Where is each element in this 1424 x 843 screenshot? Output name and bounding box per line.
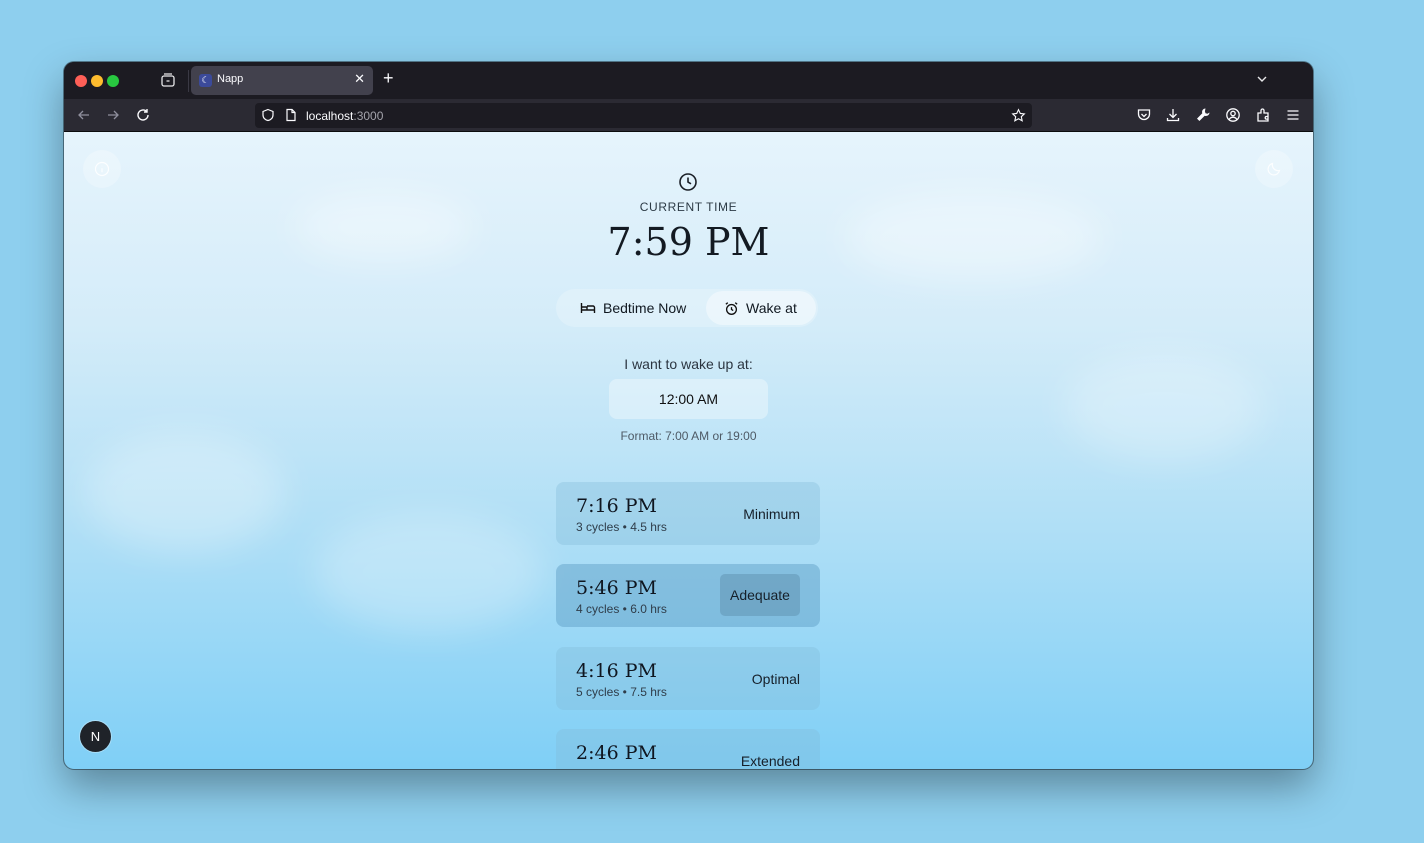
alarm-clock-icon	[725, 301, 738, 315]
result-quality-tag: Optimal	[751, 671, 800, 687]
info-button[interactable]	[83, 150, 121, 188]
result-cycles: 5 cycles • 7.5 hrs	[576, 685, 667, 699]
tab-strip: ☾ Napp ✕ +	[64, 62, 1313, 99]
minimize-window-button[interactable]	[91, 75, 103, 87]
result-card-extended[interactable]: 2:46 PM Extended	[556, 729, 820, 769]
wake-time-input[interactable]	[609, 379, 768, 419]
active-tab[interactable]: ☾ Napp ✕	[191, 66, 373, 95]
wrench-icon[interactable]	[1195, 107, 1211, 123]
result-time: 2:46 PM	[576, 742, 657, 764]
download-icon[interactable]	[1165, 107, 1181, 123]
background-cloud	[314, 512, 544, 632]
tab-title: Napp	[217, 73, 244, 85]
result-cycles: 3 cycles • 4.5 hrs	[576, 520, 667, 534]
account-icon[interactable]	[1225, 107, 1241, 123]
result-time: 7:16 PM	[576, 495, 657, 517]
result-time: 5:46 PM	[576, 577, 657, 599]
reload-icon[interactable]	[135, 107, 151, 123]
menu-hamburger-icon[interactable]	[1285, 107, 1301, 123]
pocket-icon[interactable]	[1136, 107, 1152, 123]
bedtime-now-button[interactable]: Bedtime Now	[558, 291, 704, 325]
maximize-window-button[interactable]	[107, 75, 119, 87]
page-icon[interactable]	[285, 108, 297, 122]
tab-close-icon[interactable]: ✕	[354, 71, 365, 87]
tab-separator	[188, 70, 189, 92]
clock-icon	[679, 173, 697, 191]
moon-favicon-icon: ☾	[199, 74, 212, 87]
tab-overview-icon[interactable]	[160, 72, 176, 88]
app-viewport: CURRENT TIME 7:59 PM Bedtime Now Wake at…	[64, 132, 1313, 769]
back-arrow-icon[interactable]	[76, 107, 92, 123]
background-cloud	[84, 432, 284, 552]
chevron-down-icon[interactable]	[1255, 72, 1269, 86]
url-bar[interactable]: localhost:3000	[255, 103, 1032, 128]
navigation-bar: localhost:3000	[64, 99, 1313, 132]
mode-toggle: Bedtime Now Wake at	[556, 289, 818, 327]
result-time: 4:16 PM	[576, 660, 657, 682]
bookmark-star-icon[interactable]	[1011, 108, 1026, 123]
result-quality-tag: Extended	[740, 753, 800, 769]
wake-at-label: Wake at	[746, 300, 797, 316]
bedtime-now-label: Bedtime Now	[603, 300, 687, 316]
shield-icon[interactable]	[261, 108, 275, 122]
new-tab-button[interactable]: +	[383, 68, 394, 88]
forward-arrow-icon[interactable]	[105, 107, 121, 123]
browser-window: ☾ Napp ✕ + localhost:3000 CURRENT TIME 7…	[64, 62, 1313, 769]
bed-icon	[580, 303, 596, 313]
wake-prompt: I want to wake up at:	[624, 356, 753, 372]
url-port: :3000	[353, 109, 384, 123]
current-time-value: 7:59 PM	[607, 220, 770, 264]
current-time-label: CURRENT TIME	[639, 200, 738, 214]
extensions-icon[interactable]	[1255, 107, 1271, 123]
nextjs-dev-badge[interactable]: N	[80, 721, 111, 752]
result-quality-tag: Minimum	[743, 506, 800, 522]
result-quality-tag: Adequate	[720, 574, 800, 616]
theme-toggle-button[interactable]	[1255, 150, 1293, 188]
close-window-button[interactable]	[75, 75, 87, 87]
url-host: localhost	[306, 109, 354, 123]
result-card-adequate[interactable]: 5:46 PM 4 cycles • 6.0 hrs Adequate	[556, 564, 820, 627]
info-icon	[94, 161, 110, 177]
wake-at-button[interactable]: Wake at	[706, 291, 816, 325]
result-cycles: 4 cycles • 6.0 hrs	[576, 602, 667, 616]
result-card-optimal[interactable]: 4:16 PM 5 cycles • 7.5 hrs Optimal	[556, 647, 820, 710]
url-text: localhost:3000	[306, 109, 383, 123]
result-card-minimum[interactable]: 7:16 PM 3 cycles • 4.5 hrs Minimum	[556, 482, 820, 545]
moon-icon	[1267, 162, 1281, 176]
format-hint: Format: 7:00 AM or 19:00	[620, 429, 757, 443]
